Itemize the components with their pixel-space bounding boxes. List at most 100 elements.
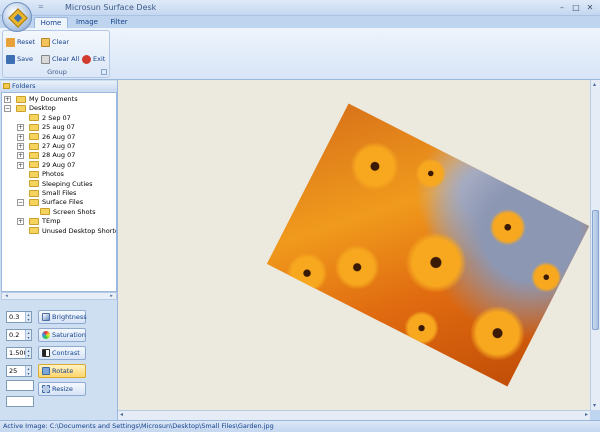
canvas-scroll-left-arrow-icon[interactable]: ◂ (120, 411, 123, 418)
resize-width-field[interactable] (6, 380, 34, 391)
folder-tree[interactable]: + My Documents − Desktop 2 Sep 07 +25 aug 07 +… (1, 92, 117, 292)
folder-tree-item[interactable]: Screen Shots (40, 208, 96, 217)
folder-label: 28 Aug 07 (42, 151, 76, 160)
tab-filter[interactable]: Filter (104, 17, 134, 28)
contrast-button[interactable]: Contrast (38, 346, 86, 360)
status-text: Active Image: C:\Documents and Settings\… (3, 422, 274, 430)
tab-image[interactable]: Image (70, 17, 104, 28)
folder-tree-item[interactable]: +25 aug 07 (17, 123, 75, 132)
folder-tree-item[interactable]: +26 Aug 07 (17, 133, 75, 142)
resize-icon (42, 385, 50, 393)
scroll-right-arrow-icon[interactable]: ▸ (108, 293, 115, 299)
scroll-up-arrow-icon[interactable]: ▴ (593, 81, 596, 88)
app-logo-icon (8, 8, 28, 28)
spinner-arrows-icon[interactable]: ▴ ▾ (25, 348, 31, 358)
rotate-label: Rotate (52, 367, 74, 375)
close-button[interactable]: ✕ (584, 2, 596, 13)
minimize-button[interactable]: – (556, 2, 568, 13)
folder-tree-item[interactable]: − Desktop (4, 104, 56, 113)
folder-tree-item[interactable]: +28 Aug 07 (17, 151, 76, 160)
folder-tree-item[interactable]: Photos (29, 170, 64, 179)
flower-shape (342, 134, 408, 199)
canvas-horizontal-scrollbar[interactable]: ◂ ▸ (118, 410, 590, 420)
ribbon-tabs: Home Image Filter (0, 16, 600, 28)
exit-button[interactable]: Exit (82, 53, 105, 65)
saturation-spinner[interactable]: 0.2 ▴ ▾ (6, 329, 32, 341)
folder-icon (29, 217, 39, 225)
folder-tree-item[interactable]: − Surface Files (17, 198, 83, 207)
rotate-icon (42, 367, 50, 375)
ribbon: Reset Clear Save Clear All Exit Group (0, 28, 600, 80)
brightness-icon (42, 313, 50, 321)
tree-expander-icon[interactable]: + (17, 133, 24, 141)
folder-tree-item[interactable]: + TEmp (17, 217, 61, 226)
resize-height-field[interactable] (6, 396, 34, 407)
rotate-button[interactable]: Rotate (38, 364, 86, 378)
folder-tree-item[interactable]: Sleeping Cuties (29, 180, 93, 189)
spinner-arrows-icon[interactable]: ▴ ▾ (25, 366, 31, 376)
canvas-vertical-scrollbar[interactable]: ▴ ▾ (590, 80, 600, 410)
quick-access-toolbar[interactable]: = (38, 3, 44, 11)
save-label: Save (17, 55, 33, 63)
brightness-value: 0.3 (9, 313, 20, 321)
tab-home[interactable]: Home (34, 17, 68, 28)
flower-shape (461, 296, 534, 370)
folder-tree-item[interactable]: 2 Sep 07 (29, 114, 71, 123)
folder-icon (16, 104, 26, 112)
tree-expander-icon[interactable]: + (17, 152, 24, 160)
tree-expander-icon[interactable]: + (17, 161, 24, 169)
contrast-spinner[interactable]: 1.500 ▴ ▾ (6, 347, 32, 359)
reset-button[interactable]: Reset (6, 36, 35, 48)
tree-expander-icon[interactable]: − (4, 105, 11, 113)
folder-tree-item[interactable]: Small Files (29, 189, 76, 198)
folder-tree-item[interactable]: +29 Aug 07 (17, 160, 76, 170)
clear-button[interactable]: Clear (41, 36, 69, 48)
folder-tree-item[interactable]: +27 Aug 07 (17, 142, 76, 151)
save-button[interactable]: Save (6, 53, 33, 65)
folder-label: Screen Shots (53, 207, 96, 216)
folder-label: 27 Aug 07 (42, 142, 76, 150)
folder-icon (29, 170, 39, 178)
title-bar: = Microsun Surface Desk – □ ✕ (0, 0, 600, 16)
saturation-label: Saturation (52, 331, 86, 339)
folder-label: 25 aug 07 (42, 123, 75, 132)
rotate-spinner[interactable]: 25 ▴ ▾ (6, 365, 32, 377)
folder-icon (29, 189, 39, 197)
canvas-scroll-right-arrow-icon[interactable]: ▸ (585, 411, 588, 418)
folder-label: 29 Aug 07 (42, 160, 76, 169)
folder-tree-item[interactable]: Unused Desktop Shortcuts (29, 227, 116, 236)
tree-expander-icon[interactable]: − (17, 199, 24, 207)
vertical-scroll-thumb[interactable] (592, 210, 599, 330)
group-launcher-icon[interactable] (101, 69, 107, 75)
tree-horizontal-scrollbar[interactable]: ◂ ▸ (1, 292, 117, 300)
clear-all-label: Clear All (52, 55, 80, 63)
scroll-down-arrow-icon[interactable]: ▾ (593, 402, 596, 409)
contrast-icon (42, 349, 50, 357)
folders-header: Folders (1, 81, 117, 91)
folder-label: 2 Sep 07 (42, 113, 71, 122)
brightness-spinner[interactable]: 0.3 ▴ ▾ (6, 311, 32, 323)
tree-expander-icon[interactable]: + (17, 218, 24, 226)
group-label: Group (47, 68, 67, 76)
maximize-button[interactable]: □ (570, 2, 582, 13)
flower-shape (280, 246, 334, 301)
image-canvas[interactable] (118, 80, 590, 410)
app-title: Microsun Surface Desk (65, 3, 157, 12)
clear-all-button[interactable]: Clear All (41, 53, 79, 65)
tree-expander-icon[interactable]: + (17, 124, 24, 132)
folder-icon (29, 227, 39, 235)
brightness-button[interactable]: Brightness (38, 310, 87, 324)
folder-label: Photos (42, 170, 64, 179)
folder-tree-item[interactable]: + My Documents (4, 95, 78, 104)
application-menu-button[interactable] (2, 2, 32, 32)
flower-shape (395, 222, 477, 303)
spinner-arrows-icon[interactable]: ▴ ▾ (25, 312, 31, 322)
resize-button[interactable]: Resize (38, 382, 86, 396)
tree-expander-icon[interactable]: + (17, 143, 24, 150)
scroll-left-arrow-icon[interactable]: ◂ (3, 293, 10, 299)
saturation-button[interactable]: Saturation (38, 328, 86, 342)
spinner-arrows-icon[interactable]: ▴ ▾ (25, 330, 31, 340)
tree-expander-icon[interactable]: + (4, 96, 11, 103)
folder-icon (29, 151, 39, 159)
folder-icon (29, 198, 39, 206)
